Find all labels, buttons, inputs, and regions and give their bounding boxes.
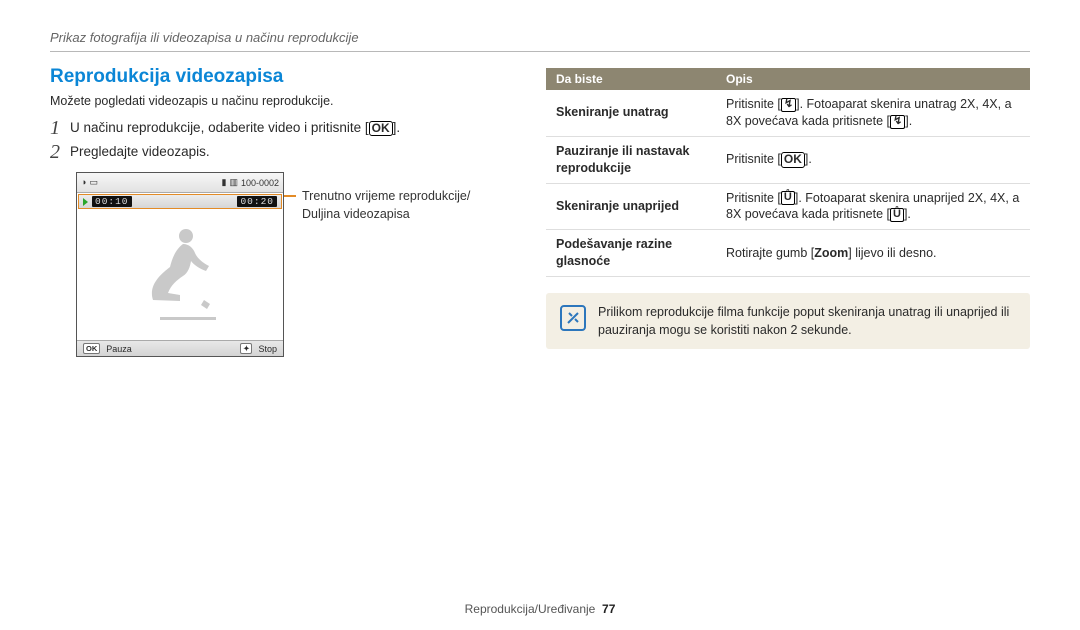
play-icon (83, 198, 88, 206)
stop-label: Stop (258, 344, 277, 354)
pause-label: Pauza (106, 344, 132, 354)
controls-table: Da biste Opis Skeniranje unatrag Pritisn… (546, 68, 1030, 277)
section-title: Reprodukcija videozapisa (50, 66, 520, 88)
txt: ]. (904, 207, 911, 221)
txt: ]. (905, 114, 912, 128)
breadcrumb: Prikaz fotografija ili videozapisa u nač… (50, 30, 1030, 51)
table-header: Opis (716, 68, 1030, 90)
step-text-post: ]. (393, 120, 401, 135)
rule (50, 51, 1030, 52)
txt-bold: Zoom (814, 246, 848, 260)
battery-icon: ▥ (229, 178, 238, 187)
flash-icon: ↯ (890, 115, 905, 129)
time-total: 00:20 (237, 196, 277, 207)
file-count: 100-0002 (241, 178, 279, 188)
note-text: Prilikom reprodukcije filma funkcije pop… (598, 303, 1016, 339)
page-footer: Reprodukcija/Uređivanje 77 (0, 602, 1080, 616)
row-key: Podešavanje razine glasnoće (546, 230, 716, 277)
table-row: Podešavanje razine glasnoće Rotirajte gu… (546, 230, 1030, 277)
step-number: 2 (50, 142, 60, 162)
row-value: Pritisnite [OK]. (716, 136, 1030, 183)
skater-silhouette-icon (135, 220, 225, 330)
time-elapsed: 00:10 (92, 196, 132, 207)
note-box: Prilikom reprodukcije filma funkcije pop… (546, 293, 1030, 349)
note-icon (560, 305, 586, 331)
step-number: 1 (50, 118, 60, 138)
txt: Rotirajte gumb [ (726, 246, 814, 260)
row-key: Skeniranje unatrag (546, 90, 716, 136)
player-mockup: ◑ ▭ ▮ ▥ 100-0002 00:10 00:20 (76, 172, 284, 357)
timer-icon: Ů (781, 191, 795, 205)
row-value: Rotirajte gumb [Zoom] lijevo ili desno. (716, 230, 1030, 277)
row-value: Pritisnite [↯]. Fotoaparat skenira unatr… (716, 90, 1030, 136)
player-footer: OK Pauza ✦ Stop (77, 340, 283, 356)
row-key: Skeniranje unaprijed (546, 183, 716, 230)
ok-icon: OK (369, 121, 393, 137)
row-value: Pritisnite [Ů]. Fotoaparat skenira unapr… (716, 183, 1030, 230)
sd-icon: ▮ (221, 178, 226, 187)
step-1: 1 U načinu reprodukcije, odaberite video… (50, 118, 520, 138)
step-text-pre: U načinu reprodukcije, odaberite video i… (70, 120, 369, 135)
footer-page-number: 77 (602, 602, 615, 616)
player-stage (77, 210, 283, 340)
table-row: Skeniranje unatrag Pritisnite [↯]. Fotoa… (546, 90, 1030, 136)
flash-icon: ↯ (781, 98, 796, 112)
intro-text: Možete pogledati videozapis u načinu rep… (50, 94, 520, 108)
player-progress-bar: 00:10 00:20 (78, 194, 282, 209)
callout-leader (284, 195, 296, 197)
step-2: 2 Pregledajte videozapis. (50, 142, 520, 162)
ok-icon: OK (781, 152, 805, 168)
table-row: Pauziranje ili nastavak reprodukcije Pri… (546, 136, 1030, 183)
mode-dial-icon: ◑ (81, 178, 86, 187)
step-text: Pregledajte videozapis. (70, 142, 210, 162)
ok-icon: OK (83, 343, 100, 354)
footer-section: Reprodukcija/Uređivanje (465, 602, 596, 616)
callout: Trenutno vrijeme reprodukcije/ Duljina v… (284, 188, 470, 223)
player-topbar: ◑ ▭ ▮ ▥ 100-0002 (77, 173, 283, 193)
txt: Pritisnite [ (726, 191, 781, 205)
step-text: U načinu reprodukcije, odaberite video i… (70, 118, 400, 138)
txt: Pritisnite [ (726, 97, 781, 111)
timer-icon: Ů (890, 208, 904, 222)
table-row: Skeniranje unaprijed Pritisnite [Ů]. Fot… (546, 183, 1030, 230)
txt: Pritisnite [ (726, 152, 781, 166)
trash-icon: ✦ (240, 343, 252, 354)
table-header: Da biste (546, 68, 716, 90)
film-icon: ▭ (89, 178, 98, 187)
txt: ] lijevo ili desno. (848, 246, 936, 260)
callout-line: Duljina videozapisa (302, 206, 470, 224)
callout-line: Trenutno vrijeme reprodukcije/ (302, 188, 470, 206)
txt: ]. (805, 152, 812, 166)
row-key: Pauziranje ili nastavak reprodukcije (546, 136, 716, 183)
